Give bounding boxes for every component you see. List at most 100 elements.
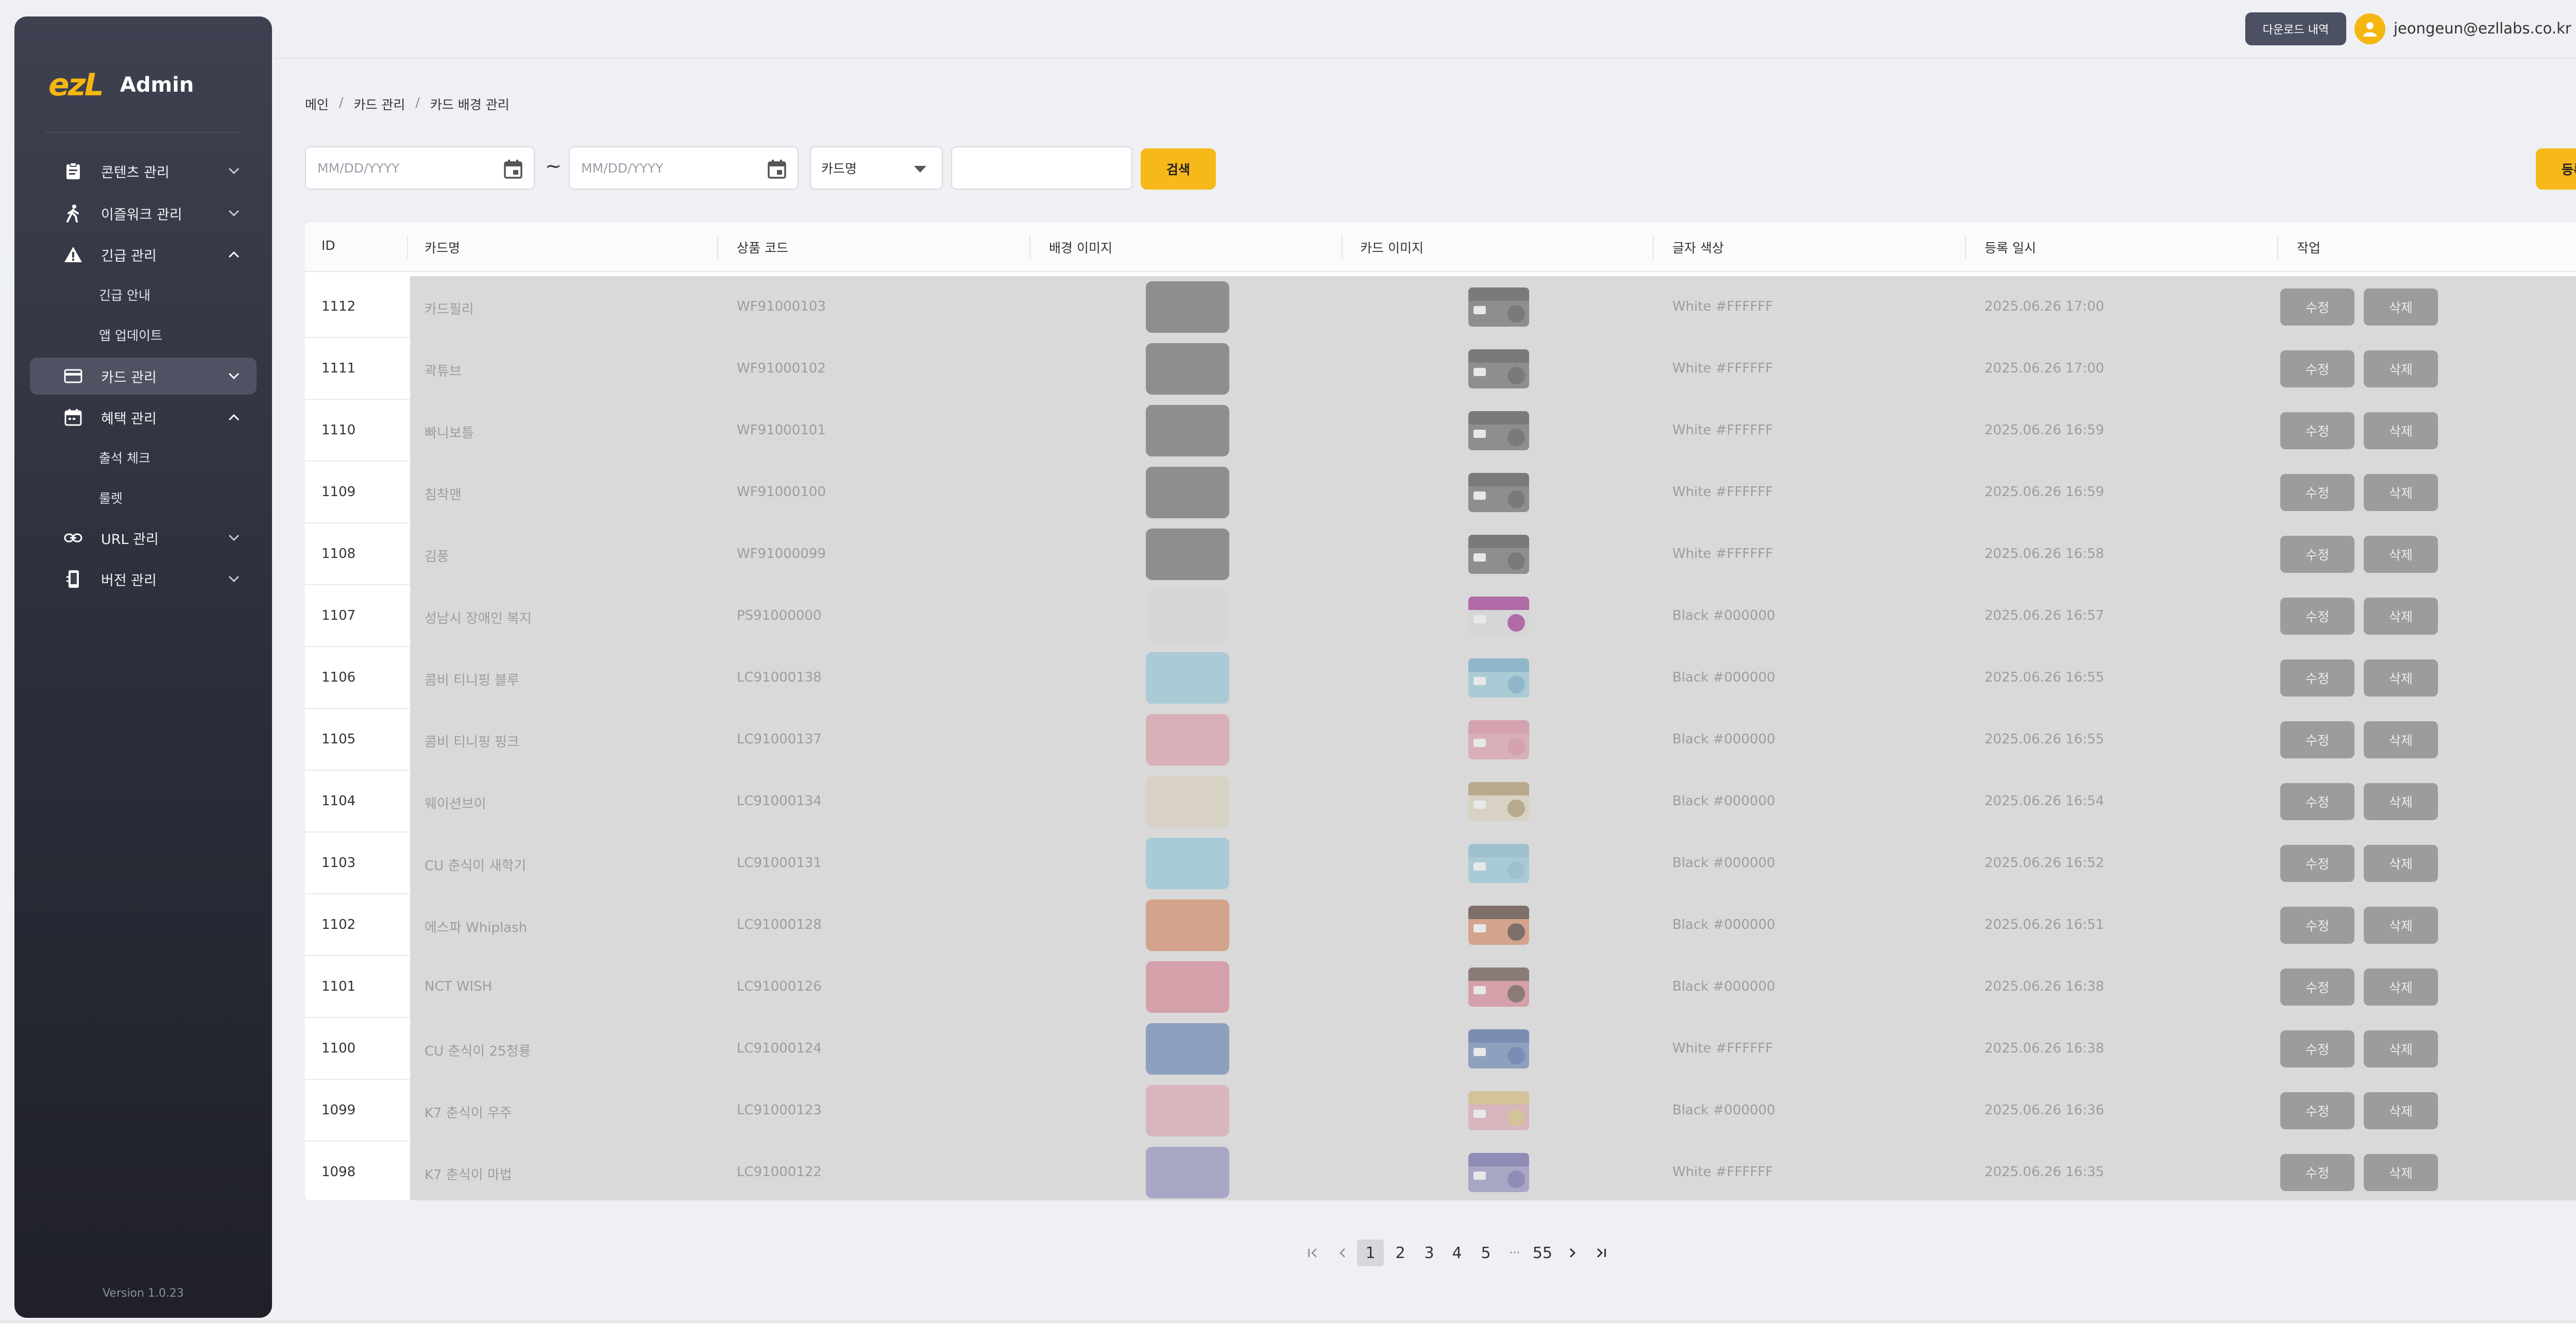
sidebar-item-emergency[interactable]: 긴급 관리: [30, 236, 257, 273]
table-row[interactable]: 1104 웨이션브이 LC91000134 Black #000000 2025.06.…: [305, 771, 2576, 833]
card-thumb-band: [1468, 906, 1529, 919]
edit-button[interactable]: 수정: [2280, 659, 2354, 697]
cell-product-code: WF91000099: [737, 546, 826, 562]
table-row[interactable]: 1098 K7 춘식이 마법 LC91000122 White #FFFFFF 2025…: [305, 1142, 2576, 1200]
table-row[interactable]: 1109 침착맨 WF91000100 White #FFFFFF 2025.06.26…: [305, 462, 2576, 523]
edit-button[interactable]: 수정: [2280, 845, 2354, 882]
delete-button[interactable]: 삭제: [2364, 536, 2438, 573]
register-button[interactable]: 등록: [2536, 148, 2576, 190]
sidebar-item-url[interactable]: URL 관리: [30, 519, 257, 556]
column-header-card-image[interactable]: 카드 이미지: [1360, 238, 1423, 257]
cell-id: 1106: [321, 670, 356, 685]
download-history-button[interactable]: 다운로드 내역: [2245, 12, 2346, 45]
page-button[interactable]: 3: [1419, 1240, 1439, 1266]
table-row[interactable]: 1108 김풍 WF91000099 White #FFFFFF 2025.06.26 …: [305, 523, 2576, 585]
edit-button[interactable]: 수정: [2280, 783, 2354, 820]
page-button[interactable]: 5: [1476, 1240, 1496, 1266]
edit-button[interactable]: 수정: [2280, 1030, 2354, 1067]
edit-button[interactable]: 수정: [2280, 536, 2354, 573]
column-header-product-code[interactable]: 상품 코드: [737, 238, 788, 257]
delete-button[interactable]: 삭제: [2364, 721, 2438, 758]
search-button[interactable]: 검색: [1141, 148, 1216, 190]
sidebar-item-version[interactable]: 버전 관리: [30, 561, 257, 598]
end-date-input[interactable]: MM/DD/YYYY: [569, 146, 799, 190]
column-header-created-at[interactable]: 등록 일시: [1985, 238, 2036, 257]
table-row[interactable]: 1110 빠니보틀 WF91000101 White #FFFFFF 2025.06.2…: [305, 400, 2576, 462]
delete-button[interactable]: 삭제: [2364, 412, 2438, 449]
column-header-background-image[interactable]: 배경 이미지: [1049, 238, 1112, 257]
table-row[interactable]: 1101 NCT WISH LC91000126 Black #000000 2025.…: [305, 956, 2576, 1018]
page-button-current[interactable]: 1: [1357, 1240, 1384, 1266]
delete-button[interactable]: 삭제: [2364, 474, 2438, 511]
table-row[interactable]: 1112 카드필리 WF91000103 White #FFFFFF 2025.06.2…: [305, 276, 2576, 338]
table-row[interactable]: 1107 성남시 장애인 복지 PS91000000 Black #000000 202…: [305, 585, 2576, 647]
delete-button[interactable]: 삭제: [2364, 350, 2438, 387]
edit-button[interactable]: 수정: [2280, 598, 2354, 635]
edit-button[interactable]: 수정: [2280, 721, 2354, 758]
card-thumb-band: [1468, 844, 1529, 857]
start-date-input[interactable]: MM/DD/YYYY: [305, 146, 535, 190]
card-thumb-band: [1468, 411, 1529, 425]
column-header-card-name[interactable]: 카드명: [425, 238, 460, 257]
delete-button[interactable]: 삭제: [2364, 1030, 2438, 1067]
sidebar-item-benefit[interactable]: 혜택 관리: [30, 399, 257, 436]
cell-text-color: Black #000000: [1672, 855, 1775, 871]
prev-page-icon[interactable]: [1332, 1240, 1353, 1266]
table-row[interactable]: 1106 콤비 티니핑 블루 LC91000138 Black #000000 2025…: [305, 647, 2576, 709]
edit-button[interactable]: 수정: [2280, 969, 2354, 1006]
edit-button[interactable]: 수정: [2280, 288, 2354, 326]
column-header-text-color[interactable]: 글자 색상: [1672, 238, 1724, 257]
sidebar-item-card[interactable]: 카드 관리: [30, 358, 257, 395]
edit-button[interactable]: 수정: [2280, 474, 2354, 511]
breadcrumb-item[interactable]: 메인: [305, 95, 329, 113]
sidebar-subitem-app-update[interactable]: 앱 업데이트: [99, 326, 162, 344]
table-row[interactable]: 1103 CU 춘식이 새학기 LC91000131 Black #000000 202…: [305, 833, 2576, 894]
calendar-icon[interactable]: [767, 159, 787, 179]
sidebar-subitem-roulette[interactable]: 룰렛: [99, 488, 123, 507]
page-button-last[interactable]: 55: [1532, 1240, 1553, 1266]
cell-id: 1103: [321, 855, 356, 871]
delete-button[interactable]: 삭제: [2364, 969, 2438, 1006]
table-row[interactable]: 1100 CU 춘식이 25청룡 LC91000124 White #FFFFFF 20…: [305, 1018, 2576, 1080]
calendar-icon[interactable]: [503, 159, 523, 179]
delete-button[interactable]: 삭제: [2364, 598, 2438, 635]
edit-button[interactable]: 수정: [2280, 1092, 2354, 1129]
delete-button[interactable]: 삭제: [2364, 783, 2438, 820]
user-avatar[interactable]: [2354, 13, 2385, 44]
table-row[interactable]: 1102 에스파 Whiplash LC91000128 Black #000000 2…: [305, 894, 2576, 956]
delete-button[interactable]: 삭제: [2364, 1092, 2438, 1129]
delete-button[interactable]: 삭제: [2364, 659, 2438, 697]
card-character: [1507, 367, 1525, 384]
first-page-icon[interactable]: [1303, 1240, 1324, 1266]
card-character: [1507, 923, 1525, 941]
logo[interactable]: ezL Admin: [48, 67, 194, 103]
table-row[interactable]: 1105 콤비 티니핑 핑크 LC91000137 Black #000000 2025…: [305, 709, 2576, 771]
breadcrumb-separator: /: [339, 95, 344, 110]
search-input[interactable]: [951, 146, 1132, 190]
table-row[interactable]: 1111 곽튜브 WF91000102 White #FFFFFF 2025.06.26…: [305, 338, 2576, 400]
user-email: jeongeun@ezllabs.co.kr: [2394, 20, 2571, 37]
next-page-icon[interactable]: [1562, 1240, 1583, 1266]
table-row[interactable]: 1099 K7 춘식이 우주 LC91000123 Black #000000 2025…: [305, 1080, 2576, 1142]
delete-button[interactable]: 삭제: [2364, 288, 2438, 326]
edit-button[interactable]: 수정: [2280, 412, 2354, 449]
column-header-id[interactable]: ID: [321, 238, 335, 253]
sidebar-item-ezlwalk[interactable]: 이즐워크 관리: [30, 195, 257, 232]
edit-button[interactable]: 수정: [2280, 350, 2354, 387]
edit-button[interactable]: 수정: [2280, 1154, 2354, 1191]
cell-created-at: 2025.06.26 16:51: [1985, 917, 2105, 932]
edit-button[interactable]: 수정: [2280, 907, 2354, 944]
sidebar-item-content[interactable]: 콘텐츠 관리: [30, 152, 257, 190]
sidebar-subitem-emergency-notice[interactable]: 긴급 안내: [99, 285, 150, 304]
delete-button[interactable]: 삭제: [2364, 845, 2438, 882]
delete-button[interactable]: 삭제: [2364, 907, 2438, 944]
breadcrumb-item[interactable]: 카드 관리: [353, 95, 405, 113]
sidebar-subitem-attendance[interactable]: 출석 체크: [99, 448, 150, 467]
user-icon: [2363, 22, 2377, 37]
page-button[interactable]: 2: [1390, 1240, 1411, 1266]
cell-created-at: 2025.06.26 16:58: [1985, 546, 2105, 562]
last-page-icon[interactable]: [1590, 1240, 1611, 1266]
delete-button[interactable]: 삭제: [2364, 1154, 2438, 1191]
search-type-select[interactable]: 카드명: [810, 146, 943, 190]
page-button[interactable]: 4: [1447, 1240, 1467, 1266]
